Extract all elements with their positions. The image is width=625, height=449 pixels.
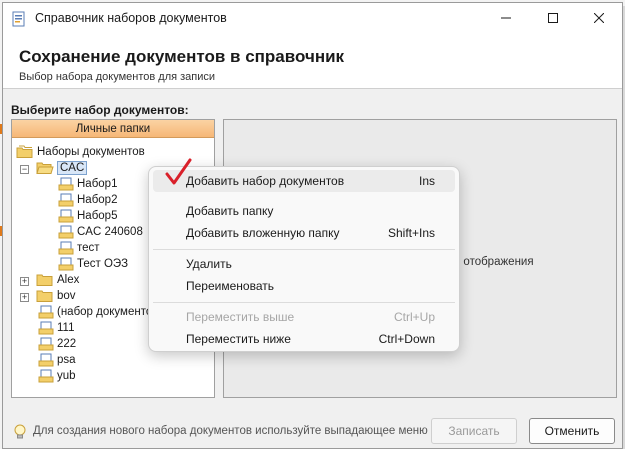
dialog-header: Сохранение документов в справочник Выбор… (3, 33, 622, 89)
tree-item-label: 111 (57, 322, 75, 334)
folder-open-icon (36, 162, 54, 174)
document-set-icon (58, 193, 74, 207)
menu-item-label: Переместить выше (186, 310, 295, 324)
tree-item[interactable]: Набор5 (58, 208, 117, 224)
document-set-icon (58, 241, 74, 255)
tree-item-label: CAC 240608 (77, 226, 143, 238)
expand-toggle[interactable]: + (20, 277, 29, 286)
menu-item-move-up[interactable]: Переместить выше Ctrl+Up (153, 306, 455, 328)
close-icon (594, 13, 604, 23)
document-set-icon (58, 257, 74, 271)
document-set-icon (38, 369, 54, 383)
tree-item[interactable]: 222 (38, 336, 76, 352)
tree-item-label: bov (57, 290, 76, 302)
tree-item-label: Набор1 (77, 178, 118, 190)
menu-item-shortcut: Ctrl+Down (378, 332, 435, 346)
document-set-icon (38, 305, 54, 319)
footer-hint: Для создания нового набора документов ис… (33, 425, 428, 437)
document-set-icon (38, 353, 54, 367)
tree-root[interactable]: Наборы документов (16, 144, 145, 160)
maximize-button[interactable] (530, 3, 576, 33)
menu-item-rename[interactable]: Переименовать (153, 275, 455, 297)
maximize-icon (548, 13, 558, 23)
menu-item-add-folder[interactable]: Добавить папку (153, 200, 455, 222)
tree-item-label: (набор документо (57, 306, 153, 318)
tree-item-label: Набор5 (77, 210, 118, 222)
tree-item[interactable]: Тест ОЭЗ (58, 256, 128, 272)
document-set-icon (38, 321, 54, 335)
tree-item-folder[interactable]: bov (36, 288, 76, 304)
tree-item-folder[interactable]: Alex (36, 272, 79, 288)
tree-item[interactable]: psa (38, 352, 76, 368)
tree-header[interactable]: Личные папки (12, 120, 214, 138)
tree-item-label: yub (57, 370, 76, 382)
tree-item[interactable]: Набор2 (58, 192, 117, 208)
menu-item-label: Переместить ниже (186, 332, 291, 346)
folder-icon (36, 274, 53, 286)
menu-item-add-subfolder[interactable]: Добавить вложенную папку Shift+Ins (153, 222, 455, 244)
minimize-button[interactable] (483, 3, 529, 33)
title-bar: Справочник наборов документов (3, 3, 622, 33)
menu-item-label: Удалить (186, 257, 232, 271)
cancel-button[interactable]: Отменить (529, 418, 615, 444)
tree-item[interactable]: Набор1 (58, 176, 117, 192)
menu-separator (153, 249, 455, 250)
document-set-icon (38, 337, 54, 351)
menu-item-label: Добавить набор документов (186, 174, 345, 188)
menu-item-add-document-set[interactable]: Добавить набор документов Ins (153, 158, 455, 192)
dialog-footer: Для создания нового набора документов ис… (3, 408, 622, 448)
header-title: Сохранение документов в справочник (19, 47, 345, 66)
tree-root-label: Наборы документов (37, 146, 145, 158)
menu-item-delete[interactable]: Удалить (153, 253, 455, 275)
save-button[interactable]: Записать (431, 418, 517, 444)
preview-placeholder-text: я отображения (454, 256, 534, 268)
menu-item-label: Добавить вложенную папку (186, 226, 340, 240)
menu-item-move-down[interactable]: Переместить ниже Ctrl+Down (153, 328, 455, 350)
header-subtitle: Выбор набора документов для записи (19, 71, 216, 83)
tree-item-label: CAC (57, 161, 88, 175)
tree-item-label: тест (77, 242, 100, 254)
menu-item-shortcut: Ins (418, 174, 435, 188)
app-icon (12, 11, 25, 27)
document-set-icon (58, 225, 74, 239)
window-title: Справочник наборов документов (35, 11, 227, 25)
tree-item-label: 222 (57, 338, 77, 350)
tree-item-label: Alex (57, 274, 80, 286)
folder-icon (36, 290, 53, 302)
lightbulb-icon (14, 424, 26, 439)
document-set-icon (58, 209, 74, 223)
expand-toggle[interactable]: + (20, 293, 29, 302)
tree-item-cac[interactable]: CAC (36, 160, 88, 176)
tree-item[interactable]: тест (58, 240, 100, 256)
tree-item-label: Тест ОЭЗ (77, 258, 129, 270)
menu-item-label: Переименовать (186, 279, 274, 293)
choose-label: Выберите набор документов: (11, 103, 189, 117)
tree-item-label: Набор2 (77, 194, 118, 206)
tree-item[interactable]: CAC 240608 (58, 224, 143, 240)
collapse-toggle[interactable]: − (20, 165, 29, 174)
document-set-icon (58, 177, 74, 191)
context-menu: Добавить набор документов Ins Добавить п… (148, 158, 460, 352)
menu-item-shortcut: Ctrl+Up (393, 310, 435, 324)
tree-item[interactable]: 111 (38, 320, 74, 336)
minimize-icon (501, 17, 511, 19)
menu-item-shortcut: Shift+Ins (387, 226, 435, 240)
tree-item-label: psa (57, 354, 76, 366)
menu-item-label: Добавить папку (186, 204, 274, 218)
tree-item[interactable]: yub (38, 368, 76, 384)
tree-item[interactable]: (набор документо (38, 304, 152, 320)
menu-separator (153, 302, 455, 303)
close-button[interactable] (576, 3, 622, 33)
folders-icon (16, 145, 33, 158)
